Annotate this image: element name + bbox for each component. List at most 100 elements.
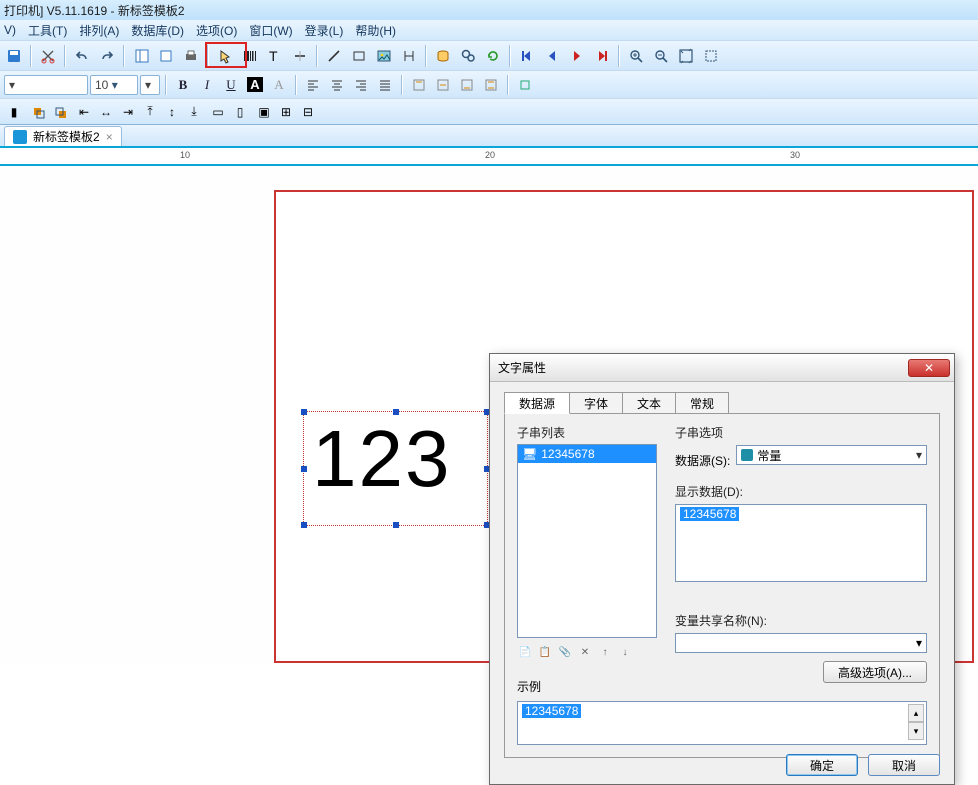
displaydata-label: 显示数据(D): [675,483,927,500]
delete-substring-icon[interactable]: ✕ [577,644,593,660]
underline-icon[interactable]: U [220,74,242,96]
line-tool-icon[interactable] [322,44,346,68]
align-right-icon[interactable] [350,74,372,96]
align-l-icon[interactable]: ⇤ [74,102,94,122]
print-icon[interactable] [179,44,203,68]
dimension-icon[interactable] [397,44,421,68]
align-r-icon[interactable]: ⇥ [118,102,138,122]
resize-handle-tl[interactable] [301,409,307,415]
resize-handle-tc[interactable] [393,409,399,415]
datasource-select[interactable]: 常量 ▾ [736,445,927,465]
add-substring-icon[interactable]: 📄 [517,644,533,660]
document-tab[interactable]: 新标签模板2 × [4,126,122,146]
arrange-toolbar: ▮ ⇤ ↔ ⇥ ⤒ ↕ ⤓ ▭ ▯ ▣ ⊞ ⊟ [0,98,978,124]
menu-window[interactable]: 窗口(W) [249,22,292,39]
resize-handle-bl[interactable] [301,522,307,528]
italic-icon[interactable]: I [196,74,218,96]
align-b-icon[interactable]: ⤓ [184,102,204,122]
dialog-titlebar[interactable]: 文字属性 ✕ [490,354,954,382]
ok-button[interactable]: 确定 [786,754,858,776]
selected-text-object[interactable]: 123 [303,411,488,526]
menu-help[interactable]: 帮助(H) [355,22,396,39]
document-tab-strip: 新标签模板2 × [0,124,978,148]
movedown-substring-icon[interactable]: ↓ [617,644,633,660]
dialog-close-button[interactable]: ✕ [908,359,950,377]
ungroup-icon[interactable]: ⊟ [298,102,318,122]
style-combo[interactable]: ▾ [140,75,160,95]
font-size-combo[interactable]: 10 ▾ [90,75,138,95]
tab-datasource[interactable]: 数据源 [504,392,570,414]
undo-icon[interactable] [70,44,94,68]
menu-tools[interactable]: 工具(T) [28,22,67,39]
design-canvas[interactable]: 123 文字属性 ✕ 数据源 字体 文本 常规 子串列表 🖥 12345678 … [0,166,978,663]
valign-middle-icon[interactable] [432,74,454,96]
dist-v-icon[interactable]: ▯ [230,102,250,122]
moveup-substring-icon[interactable]: ↑ [597,644,613,660]
valign-bottom-icon[interactable] [456,74,478,96]
resize-handle-bc[interactable] [393,522,399,528]
menu-options[interactable]: 选项(O) [196,22,237,39]
advanced-options-button[interactable]: 高级选项(A)... [823,661,927,683]
close-tab-icon[interactable]: × [106,130,113,144]
menu-view[interactable]: V) [4,23,16,37]
align-c-icon[interactable]: ↔ [96,102,116,122]
menu-arrange[interactable]: 排列(A) [79,22,119,39]
menu-login[interactable]: 登录(L) [305,22,344,39]
tab-text[interactable]: 文本 [622,392,676,414]
align-center-icon[interactable] [326,74,348,96]
rect-tool-icon[interactable] [347,44,371,68]
resize-handle-ml[interactable] [301,466,307,472]
prev-record-icon[interactable] [540,44,564,68]
substring-list-item[interactable]: 🖥 12345678 [518,445,656,463]
paste-substring-icon[interactable]: 📎 [557,644,573,660]
example-scrollbar[interactable]: ▴▾ [908,704,924,740]
substring-list-label: 子串列表 [517,424,565,441]
tab-general[interactable]: 常规 [675,392,729,414]
bring-front-icon[interactable] [28,102,48,122]
align-m-icon[interactable]: ↕ [162,102,182,122]
font-color-icon[interactable]: A [244,74,266,96]
new-doc-icon[interactable] [129,44,153,68]
displaydata-textarea[interactable]: 12345678 [675,504,927,582]
redo-icon[interactable] [95,44,119,68]
doc-icon [13,130,27,144]
next-record-icon[interactable] [565,44,589,68]
zoom-selection-icon[interactable] [699,44,723,68]
send-back-icon[interactable] [50,102,70,122]
copy-substring-icon[interactable]: 📋 [537,644,553,660]
image-tool-icon[interactable] [372,44,396,68]
align-justify-icon[interactable] [374,74,396,96]
same-size-icon[interactable]: ▣ [254,102,274,122]
substring-list[interactable]: 🖥 12345678 [517,444,657,638]
valign-top-icon[interactable] [408,74,430,96]
menu-database[interactable]: 数据库(D) [131,22,184,39]
align-obj-left-icon[interactable]: ▮ [4,102,24,122]
cut-icon[interactable] [36,44,60,68]
properties-icon[interactable] [154,44,178,68]
zoom-in-icon[interactable] [624,44,648,68]
align-left-icon[interactable] [302,74,324,96]
align-t-icon[interactable]: ⤒ [140,102,160,122]
last-record-icon[interactable] [590,44,614,68]
valign-stretch-icon[interactable] [480,74,502,96]
cancel-button[interactable]: 取消 [868,754,940,776]
fit-screen-icon[interactable] [674,44,698,68]
find-icon[interactable] [456,44,480,68]
database-link-icon[interactable] [431,44,455,68]
dist-h-icon[interactable]: ▭ [208,102,228,122]
refresh-icon[interactable] [481,44,505,68]
font-family-combo[interactable]: ▾ [4,75,88,95]
group-icon[interactable]: ⊞ [276,102,296,122]
monitor-icon: 🖥 [522,447,537,461]
bold-icon[interactable]: B [172,74,194,96]
text-tool-icon[interactable]: T [263,44,287,68]
tab-font[interactable]: 字体 [569,392,623,414]
format-toolbar: ▾ 10 ▾ ▾ B I U A A [0,70,978,98]
zoom-out-icon[interactable] [649,44,673,68]
save-icon[interactable] [2,44,26,68]
varname-select[interactable]: ▾ [675,633,927,653]
spacing-icon[interactable] [514,74,536,96]
text-effect-icon[interactable]: A [268,74,290,96]
line-orient-icon[interactable] [288,44,312,68]
first-record-icon[interactable] [515,44,539,68]
